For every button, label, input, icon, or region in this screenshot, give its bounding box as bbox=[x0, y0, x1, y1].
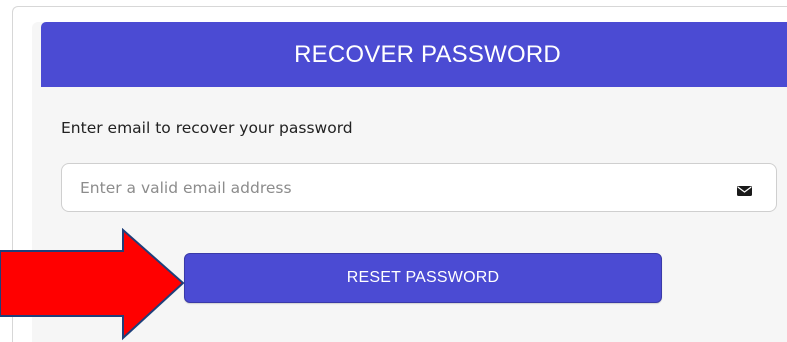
email-placeholder: Enter a valid email address bbox=[80, 178, 292, 197]
email-field[interactable]: Enter a valid email address bbox=[61, 163, 777, 212]
instructions-text: Enter email to recover your password bbox=[61, 119, 353, 137]
card-header: RECOVER PASSWORD bbox=[41, 22, 787, 87]
reset-password-button[interactable]: RESET PASSWORD bbox=[184, 253, 662, 303]
red-arrow-annotation bbox=[0, 228, 185, 341]
envelope-icon bbox=[737, 182, 752, 196]
recover-password-page: RECOVER PASSWORD Enter email to recover … bbox=[0, 0, 787, 342]
reset-password-label: RESET PASSWORD bbox=[346, 269, 500, 286]
card-title: RECOVER PASSWORD bbox=[294, 40, 561, 68]
